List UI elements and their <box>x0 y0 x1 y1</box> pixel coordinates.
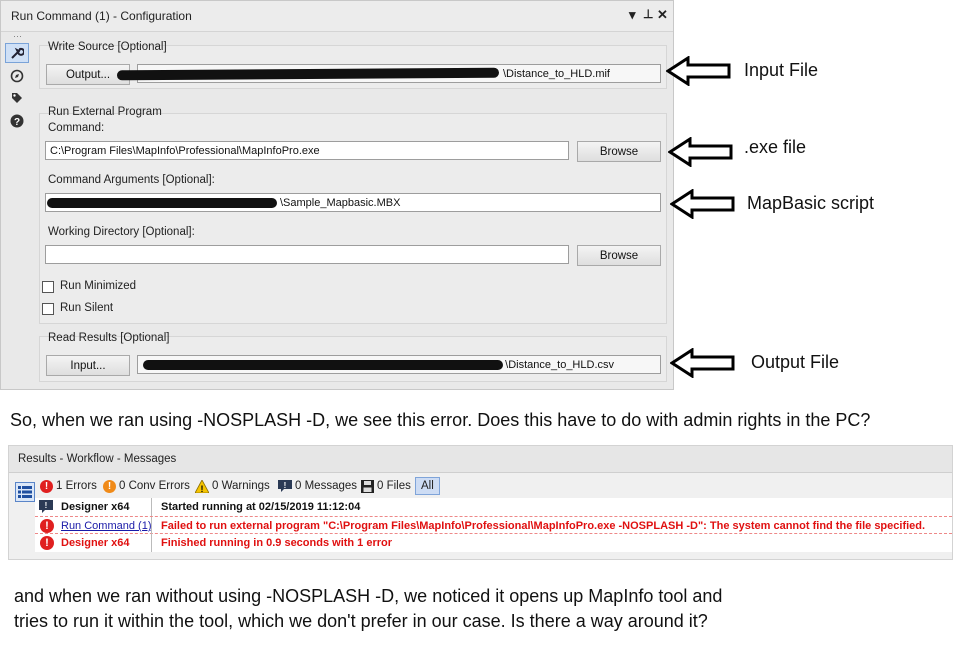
table-row[interactable]: ! Designer x64 Started running at 02/15/… <box>35 498 952 516</box>
arrow-icon <box>670 189 736 219</box>
run-external-label: Run External Program <box>48 106 162 118</box>
messages-filter[interactable]: ! 0 Messages <box>278 477 357 495</box>
all-filter-label: All <box>421 480 434 492</box>
files-filter[interactable]: 0 Files <box>361 477 411 495</box>
wrench-icon[interactable] <box>5 43 29 63</box>
message-icon: ! <box>278 479 292 492</box>
command-arguments-value: \Sample_Mapbasic.MBX <box>280 196 401 209</box>
command-arguments-label: Command Arguments [Optional]: <box>48 174 215 186</box>
files-filter-label: 0 Files <box>377 480 411 492</box>
svg-text:!: ! <box>201 484 204 493</box>
write-source-path-value: \Distance_to_HLD.mif <box>503 67 610 80</box>
command-value: C:\Program Files\MapInfo\Professional\Ma… <box>50 144 320 157</box>
redaction-scribble <box>143 360 503 370</box>
tag-icon[interactable] <box>5 88 29 108</box>
all-filter[interactable]: All <box>415 477 440 495</box>
working-directory-field[interactable] <box>45 245 569 264</box>
write-source-label: Write Source [Optional] <box>48 41 167 53</box>
conv-errors-filter-label: 0 Conv Errors <box>119 480 190 492</box>
conv-error-icon: ! <box>103 479 116 493</box>
warning-icon: ! <box>195 479 209 493</box>
error-icon: ! <box>40 479 53 493</box>
output-file-annotation: Output File <box>751 352 840 372</box>
warnings-filter[interactable]: ! 0 Warnings <box>195 477 270 495</box>
close-icon[interactable]: ✕ <box>657 7 668 23</box>
read-results-path-value: \Distance_to_HLD.csv <box>505 358 614 371</box>
run-minimized-label: Run Minimized <box>60 280 137 292</box>
column-divider <box>151 534 152 552</box>
compass-icon[interactable] <box>5 66 29 86</box>
warnings-filter-label: 0 Warnings <box>212 480 270 492</box>
message-icon: ! <box>39 500 53 513</box>
run-silent-label: Run Silent <box>60 302 114 314</box>
messages-filter-label: 0 Messages <box>295 480 358 492</box>
table-row[interactable]: ! Designer x64 Finished running in 0.9 s… <box>35 534 952 552</box>
row-message: Failed to run external program "C:\Progr… <box>161 520 926 532</box>
error-icon: ! <box>40 536 54 550</box>
redaction-scribble <box>47 198 277 208</box>
arrow-icon <box>670 348 736 378</box>
browse-working-directory-button[interactable]: Browse <box>577 245 661 266</box>
run-command-link[interactable]: Run Command (1) <box>61 520 151 532</box>
input-file-annotation: Input File <box>744 60 819 80</box>
tool-sidebar: ··· ? <box>5 31 33 389</box>
read-results-label: Read Results [Optional] <box>48 332 170 344</box>
row-source: Designer x64 <box>61 537 130 549</box>
errors-filter-label: 1 Errors <box>56 480 97 492</box>
run-minimized-checkbox[interactable] <box>42 281 54 293</box>
row-message: Started running at 02/15/2019 11:12:04 <box>161 501 361 513</box>
column-divider <box>151 498 152 516</box>
svg-text:!: ! <box>45 501 48 510</box>
command-field[interactable]: C:\Program Files\MapInfo\Professional\Ma… <box>45 141 569 160</box>
arrow-icon <box>668 137 734 167</box>
row-source: Designer x64 <box>61 501 130 513</box>
question-paragraph: So, when we ran using -NOSPLASH -D, we s… <box>10 410 871 430</box>
command-label: Command: <box>48 122 105 134</box>
error-icon: ! <box>40 519 54 533</box>
arrow-icon <box>666 56 732 86</box>
help-icon[interactable]: ? <box>5 111 29 131</box>
results-panel: Results - Workflow - Messages ! 1 Errors… <box>8 445 953 560</box>
followup-paragraph-line1: and when we ran without using -NOSPLASH … <box>14 586 723 606</box>
followup-paragraph-line2: tries to run it within the tool, which w… <box>14 611 708 631</box>
results-title: Results - Workflow - Messages <box>18 453 177 465</box>
mapbasic-annotation: MapBasic script <box>747 193 875 213</box>
table-row[interactable]: ! Run Command (1) Failed to run external… <box>35 516 952 535</box>
row-message: Finished running in 0.9 seconds with 1 e… <box>161 537 393 549</box>
svg-text:!: ! <box>284 481 287 490</box>
pin-icon[interactable]: ⊥ <box>643 7 653 21</box>
save-icon <box>361 479 374 493</box>
dropdown-icon[interactable]: ▾ <box>629 7 636 23</box>
errors-filter[interactable]: ! 1 Errors <box>40 477 97 495</box>
panel-title: Run Command (1) - Configuration <box>11 9 192 23</box>
browse-command-button[interactable]: Browse <box>577 141 661 162</box>
configuration-panel: Run Command (1) - Configuration ▾ ⊥ ✕ ··… <box>0 0 674 390</box>
exe-file-annotation: .exe file <box>744 137 807 157</box>
panel-titlebar: Run Command (1) - Configuration ▾ ⊥ ✕ <box>1 1 673 32</box>
run-silent-checkbox[interactable] <box>42 303 54 315</box>
working-directory-label: Working Directory [Optional]: <box>48 226 195 238</box>
svg-text:?: ? <box>14 117 20 128</box>
conv-errors-filter[interactable]: ! 0 Conv Errors <box>103 477 190 495</box>
input-button[interactable]: Input... <box>46 355 130 376</box>
column-divider <box>151 517 152 535</box>
list-view-icon[interactable] <box>15 482 35 502</box>
results-titlebar: Results - Workflow - Messages <box>9 446 952 473</box>
grip-dots-icon: ··· <box>13 31 22 41</box>
